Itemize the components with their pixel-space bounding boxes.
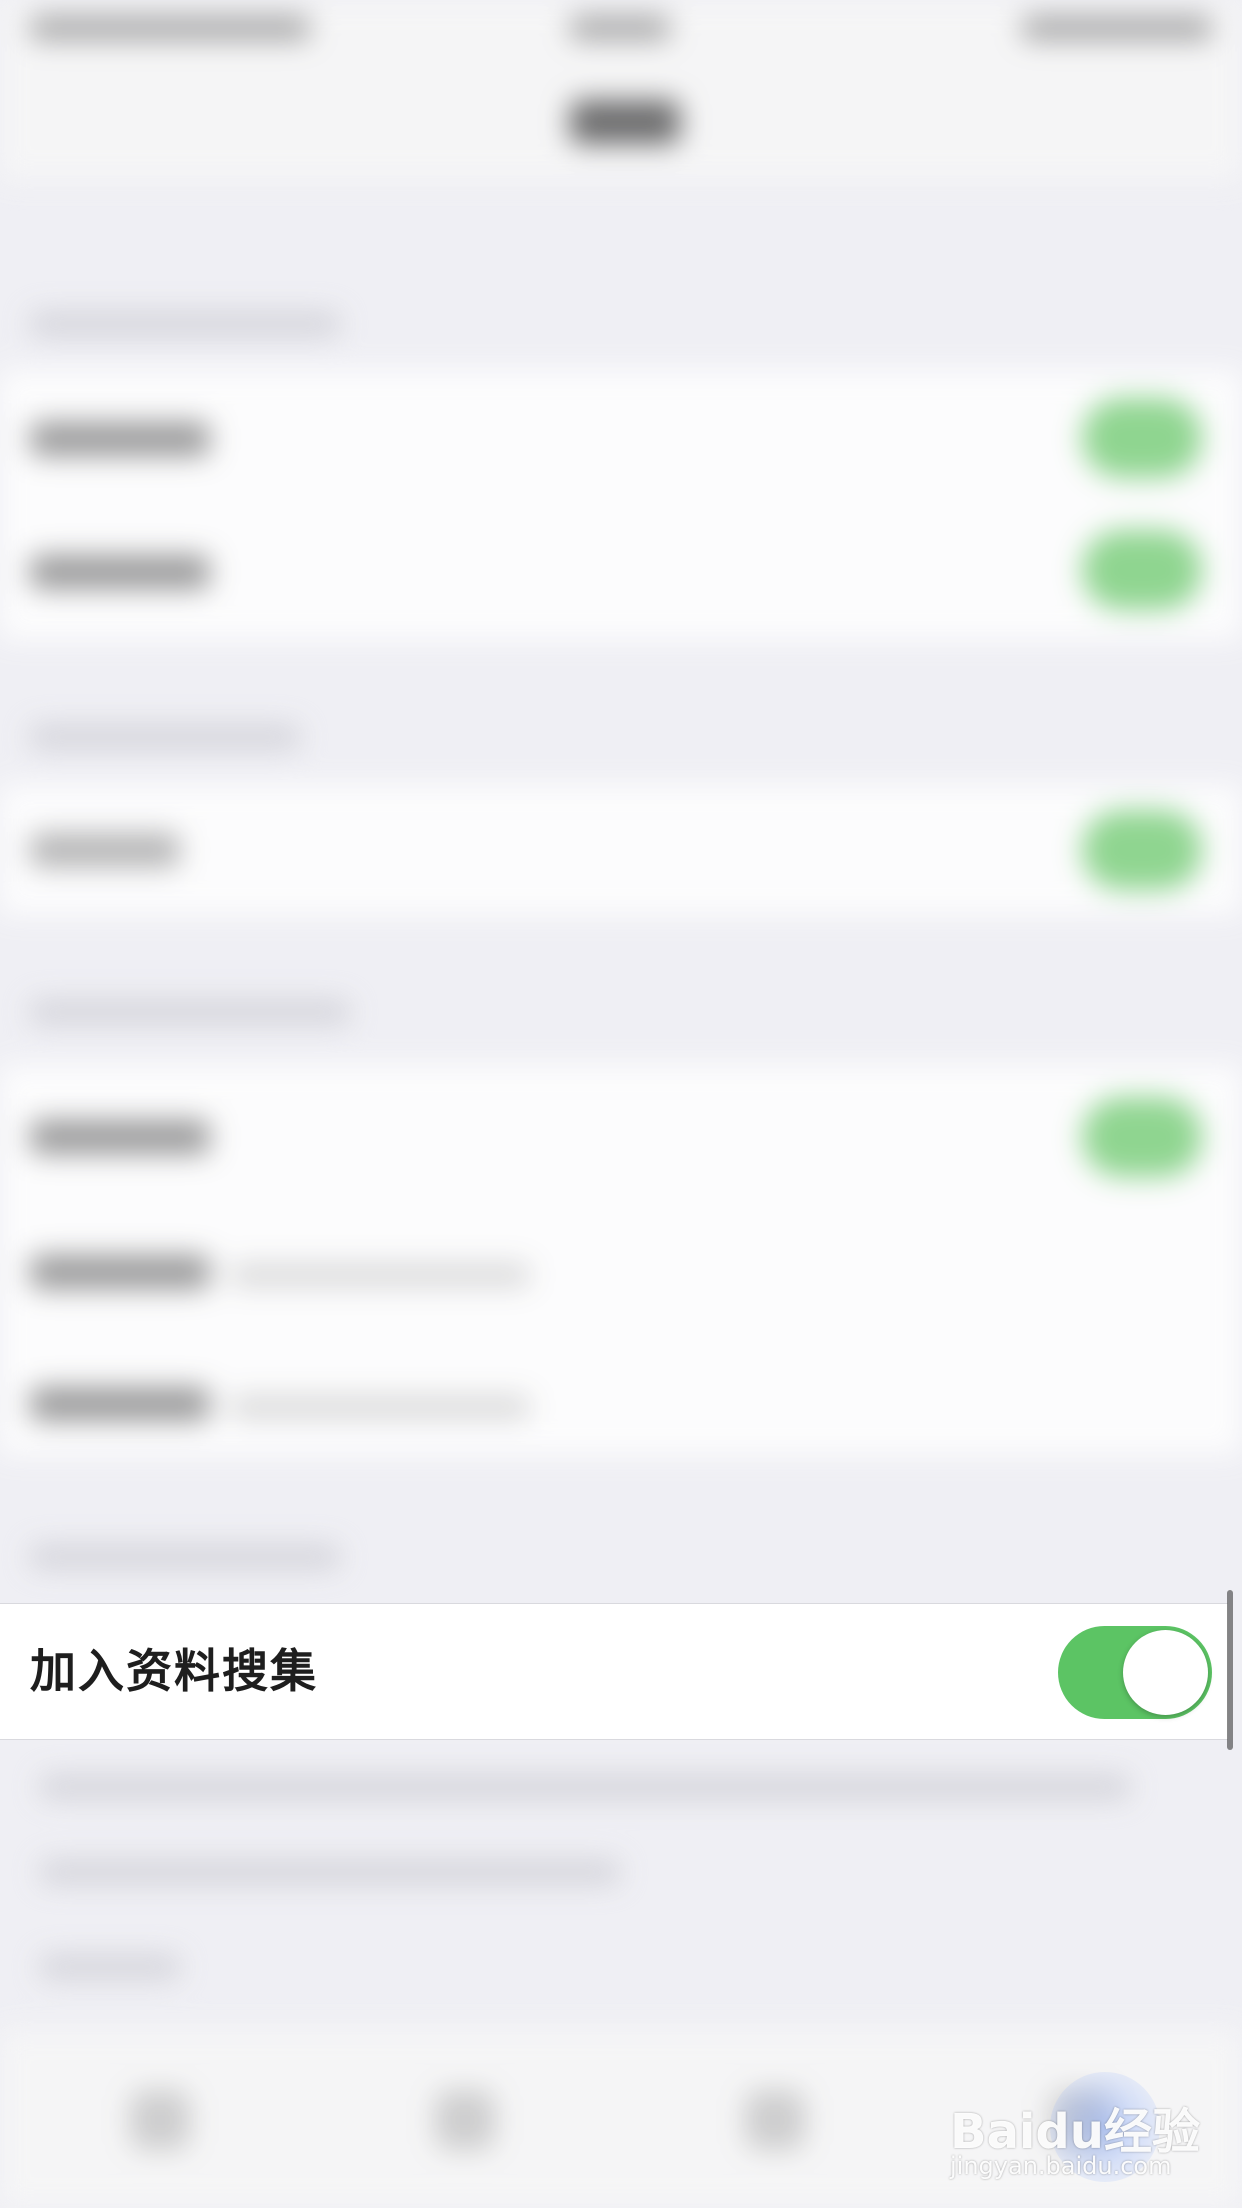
- blurred-row-label: [30, 833, 180, 867]
- tab-icon[interactable]: [130, 2090, 190, 2150]
- blurred-row-detail: [230, 1263, 530, 1287]
- status-time: [570, 16, 670, 40]
- settings-group-2: [0, 785, 1242, 915]
- footer-text-line: [40, 1860, 620, 1884]
- section-header-3: [30, 1000, 350, 1024]
- blurred-row-label: [30, 1255, 210, 1289]
- blurred-toggle[interactable]: [1082, 530, 1202, 610]
- tab-icon[interactable]: [745, 2090, 805, 2150]
- watermark-domain: jingyan.baidu.com: [950, 2152, 1172, 2180]
- blurred-row-label: [30, 422, 210, 456]
- nav-title: [570, 100, 680, 144]
- scroll-indicator[interactable]: [1227, 1590, 1233, 1750]
- status-bar: [0, 0, 1242, 60]
- blurred-row-label: [30, 1120, 210, 1154]
- row-label: 加入资料搜集: [30, 1645, 318, 1697]
- status-carrier: [30, 16, 310, 40]
- footer-text-line: [40, 1775, 1130, 1799]
- watermark: Baidu经验 jingyan.baidu.com: [950, 2072, 1200, 2192]
- blurred-row-label: [30, 1387, 210, 1421]
- data-collection-toggle[interactable]: [1058, 1626, 1212, 1719]
- status-battery: [1022, 16, 1212, 40]
- section-header-2: [30, 725, 300, 749]
- blurred-toggle[interactable]: [1082, 398, 1202, 478]
- section-header-1: [30, 312, 340, 336]
- blurred-toggle[interactable]: [1082, 810, 1202, 890]
- footer-text-line: [40, 1955, 180, 1979]
- blurred-row-label: [30, 555, 210, 589]
- blurred-toggle[interactable]: [1082, 1097, 1202, 1177]
- toggle-knob: [1123, 1630, 1208, 1715]
- settings-row-join-data-collection[interactable]: 加入资料搜集: [0, 1603, 1228, 1740]
- blurred-background-settings: [0, 0, 1242, 2208]
- tab-icon[interactable]: [435, 2090, 495, 2150]
- blurred-row-detail: [230, 1395, 530, 1419]
- navigation-bar: [0, 60, 1242, 180]
- settings-group-3: [0, 1065, 1242, 1455]
- section-header-4: [30, 1545, 340, 1569]
- settings-group-1: [0, 370, 1242, 640]
